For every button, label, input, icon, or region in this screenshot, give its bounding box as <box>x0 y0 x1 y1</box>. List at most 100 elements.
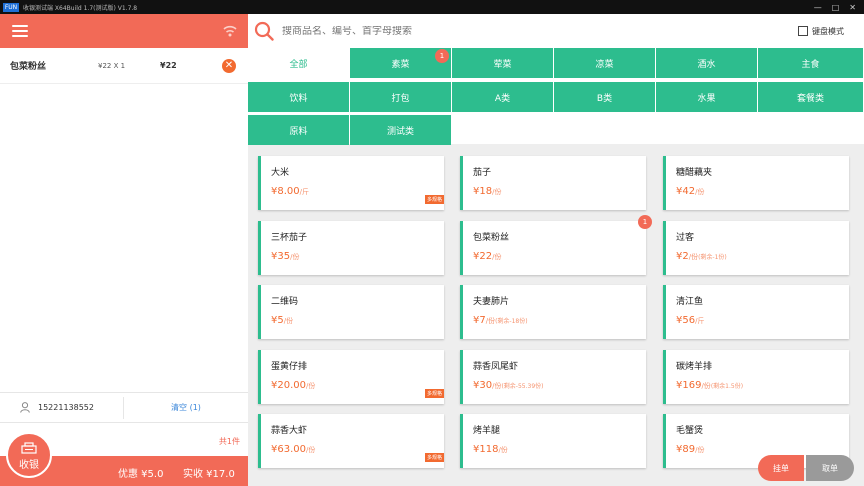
category-tab[interactable]: 全部 <box>248 48 349 78</box>
product-price: ¥89 <box>676 444 696 455</box>
product-card[interactable]: 碳烤羊排 ¥169/份(剩余1.5份) <box>663 350 849 404</box>
discount-amount: 优惠 ¥5.0 <box>118 469 164 480</box>
product-price: ¥63.00 <box>271 444 306 455</box>
pos-app: FUN 收银测试端 X64Build 1.7(测试版) V1.7.8 — □ ✕… <box>0 0 864 486</box>
product-card[interactable]: 糖醋藕夹 ¥42/份 <box>663 156 849 210</box>
product-price-line: ¥118/份 <box>473 444 508 455</box>
product-remaining: (剩余-1份) <box>698 254 727 261</box>
product-price: ¥22 <box>473 251 493 262</box>
keyboard-mode-checkbox[interactable] <box>798 26 808 36</box>
clear-label: 清空 <box>171 403 188 412</box>
product-price-line: ¥22/份 <box>473 251 501 262</box>
product-price: ¥169 <box>676 380 702 391</box>
product-price-line: ¥63.00/份 <box>271 444 315 455</box>
order-line[interactable]: 包菜粉丝 ¥22 X 1 ¥22 ✕ <box>0 48 248 84</box>
category-tab[interactable]: B类 <box>554 82 655 112</box>
product-name: 茄子 <box>473 168 492 178</box>
minimize-icon[interactable]: — <box>814 3 822 12</box>
product-card[interactable]: 蒜香凤尾虾 ¥30/份(剩余-55.39份) <box>460 350 646 404</box>
product-name: 清江鱼 <box>676 297 704 307</box>
category-tab[interactable]: 酒水 <box>656 48 757 78</box>
product-price: ¥56 <box>676 315 696 326</box>
product-card[interactable]: 清江鱼 ¥56/斤 <box>663 285 849 339</box>
product-price-line: ¥18/份 <box>473 186 501 197</box>
close-icon[interactable]: ✕ <box>849 3 856 12</box>
clear-cart-button[interactable]: 清空 (1) <box>124 402 248 413</box>
product-unit: /份 <box>695 446 705 454</box>
product-price-line: ¥2/份(剩余-1份) <box>676 251 727 262</box>
product-price-line: ¥89/份 <box>676 444 704 455</box>
order-item-name: 包菜粉丝 <box>10 62 47 72</box>
product-unit: /份 <box>306 446 316 454</box>
clear-count: (1) <box>189 403 201 412</box>
user-icon <box>20 402 30 413</box>
product-card[interactable]: 蒜香大虾 ¥63.00/份 多规格 <box>258 414 444 468</box>
product-price: ¥20.00 <box>271 380 306 391</box>
category-tabs: 全部 素菜 荤菜 凉菜 酒水 主食 饮料 打包 A类 B类 水果 套餐类 原料 测试类 1 <box>248 48 864 145</box>
product-price: ¥42 <box>676 186 696 197</box>
retrieve-order-button[interactable]: 取单 <box>806 455 854 481</box>
product-price-line: ¥56/斤 <box>676 315 704 326</box>
product-price-line: ¥35/份 <box>271 251 299 262</box>
product-card[interactable]: 三杯茄子 ¥35/份 <box>258 221 444 275</box>
product-name: 蒜香大虾 <box>271 426 308 436</box>
product-unit: /斤 <box>695 317 705 325</box>
product-card[interactable]: 大米 ¥8.00/斤 多规格 <box>258 156 444 210</box>
product-remaining: (剩余-18份) <box>495 318 528 325</box>
product-remaining: (剩余1.5份) <box>710 383 744 390</box>
category-tab[interactable]: 荤菜 <box>452 48 553 78</box>
category-tab[interactable]: 饮料 <box>248 82 349 112</box>
category-badge: 1 <box>435 49 449 63</box>
search-icon[interactable] <box>254 21 274 41</box>
product-price-line: ¥5/份 <box>271 315 293 326</box>
member-info[interactable]: 15221138552 <box>0 396 124 419</box>
product-card[interactable]: 茄子 ¥18/份 <box>460 156 646 210</box>
category-tab[interactable]: 测试类 <box>350 115 451 145</box>
order-item-price-qty: ¥22 X 1 <box>98 61 126 70</box>
product-unit: /份 <box>306 382 316 390</box>
maximize-icon[interactable]: □ <box>832 3 840 12</box>
product-card[interactable]: 夫妻肺片 ¥7/份(剩余-18份) <box>460 285 646 339</box>
search-input[interactable] <box>282 25 582 37</box>
product-unit: /份 <box>695 188 705 196</box>
product-card[interactable]: 过客 ¥2/份(剩余-1份) <box>663 221 849 275</box>
category-tab[interactable]: A类 <box>452 82 553 112</box>
category-tab[interactable]: 凉菜 <box>554 48 655 78</box>
search-bar: 键盘模式 <box>248 14 864 48</box>
product-unit: /份 <box>492 188 502 196</box>
product-name: 碳烤羊排 <box>676 362 713 372</box>
window-titlebar: FUN 收银测试端 X64Build 1.7(测试版) V1.7.8 — □ ✕ <box>0 0 864 14</box>
category-tab[interactable]: 原料 <box>248 115 349 145</box>
category-tab[interactable]: 水果 <box>656 82 757 112</box>
product-unit: /份 <box>290 253 300 261</box>
category-tab[interactable]: 主食 <box>758 48 863 78</box>
product-panel: 键盘模式 全部素菜荤菜凉菜酒水主食饮料打包A类B类水果套餐类原料测试类1 大米¥… <box>248 14 864 486</box>
product-card[interactable]: 包菜粉丝 ¥22/份 1 <box>460 215 652 275</box>
wifi-icon <box>223 25 237 37</box>
product-unit: /份 <box>701 382 711 390</box>
product-card[interactable]: 蛋黄仔排 ¥20.00/份 多规格 <box>258 350 444 404</box>
checkout-button[interactable]: 收银 <box>6 432 52 478</box>
product-price: ¥5 <box>271 315 284 326</box>
product-price: ¥118 <box>473 444 499 455</box>
checkout-label: 收银 <box>19 460 39 471</box>
product-unit: /份 <box>283 317 294 325</box>
keyboard-mode-toggle[interactable]: 键盘模式 <box>798 26 864 37</box>
product-price: ¥7 <box>473 315 486 326</box>
product-price-line: ¥42/份 <box>676 186 704 197</box>
remove-item-icon[interactable]: ✕ <box>222 58 236 73</box>
product-unit: /份 <box>492 253 502 261</box>
category-tab[interactable]: 套餐类 <box>758 82 863 112</box>
hang-order-button[interactable]: 挂单 <box>758 455 804 481</box>
product-unit: /份 <box>485 317 496 325</box>
keyboard-mode-label: 键盘模式 <box>812 26 844 36</box>
product-unit: /斤 <box>299 188 309 196</box>
product-card[interactable]: 二维码 ¥5/份 <box>258 285 444 339</box>
app-logo: FUN <box>3 2 19 12</box>
order-header <box>0 14 248 48</box>
category-tab[interactable]: 打包 <box>350 82 451 112</box>
menu-icon[interactable] <box>12 25 28 37</box>
product-card[interactable]: 烤羊腿 ¥118/份 <box>460 414 646 468</box>
multi-spec-tag: 多规格 <box>424 389 444 398</box>
product-name: 包菜粉丝 <box>473 233 510 243</box>
